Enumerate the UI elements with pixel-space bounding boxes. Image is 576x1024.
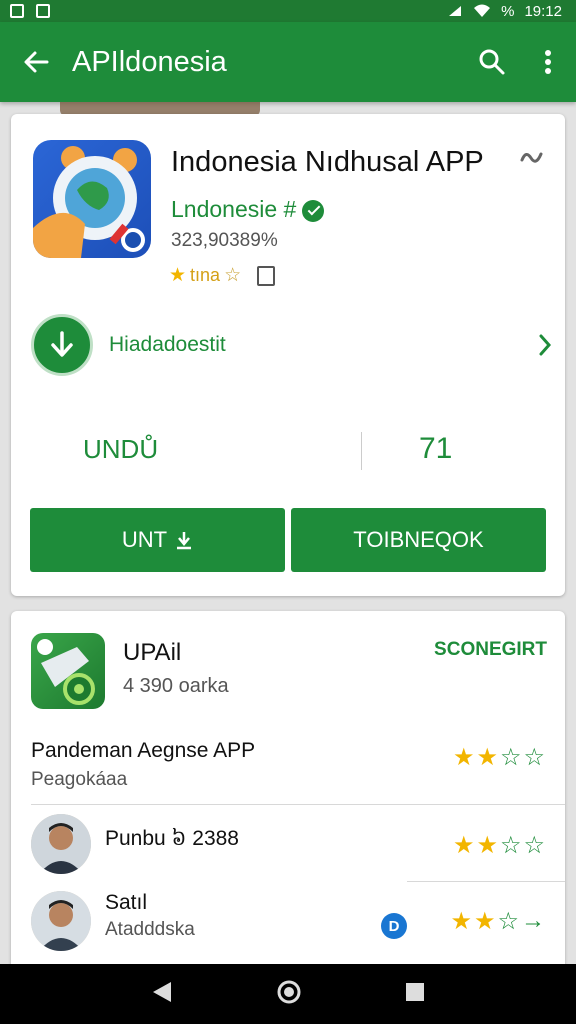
developer-link[interactable]: Lndonesie #	[171, 196, 325, 223]
review-rating: ★ ★ ☆ →	[450, 907, 545, 936]
app-details-card: Indonesia Nıdhusal APP Lndonesie # 323,9…	[11, 114, 565, 596]
related-app-meta: 4 390 oarka	[123, 675, 229, 697]
image-notification-icon	[36, 4, 50, 18]
system-nav-bar	[0, 964, 576, 1024]
download-small-icon	[177, 532, 192, 550]
battery-indicator: %	[501, 2, 515, 20]
signal-icon	[449, 6, 462, 16]
developer-name: Lndonesie #	[171, 196, 297, 222]
open-label: TOIBNEQOK	[353, 527, 484, 552]
person-avatar-icon	[31, 891, 91, 951]
related-app-title: UPAil	[123, 639, 182, 666]
status-bar: % 19:12	[0, 0, 576, 22]
app-title: Indonesia Nıdhusal APP	[171, 146, 484, 178]
review-rating: ★ ★ ☆ ☆	[453, 831, 545, 860]
overflow-menu-button[interactable]	[520, 22, 576, 102]
stats-row: UNDŮ 71	[11, 414, 565, 484]
app-mascot-icon	[33, 146, 145, 258]
divider	[31, 804, 565, 805]
star-filled-icon: ★	[473, 908, 496, 935]
star-filled-icon: ★	[476, 744, 498, 771]
notification-icon	[10, 4, 24, 18]
download-count: 323,90389%	[171, 230, 278, 251]
back-button[interactable]	[0, 22, 72, 102]
stat-divider	[361, 432, 362, 470]
page-title: APIldonesia	[72, 45, 227, 78]
clock: 19:12	[524, 2, 562, 20]
star-filled-icon: ★	[476, 832, 498, 859]
person-avatar-icon	[31, 814, 91, 874]
uninstall-label: UNT	[121, 527, 168, 552]
download-button[interactable]	[31, 314, 93, 376]
verified-badge-icon	[302, 199, 325, 222]
chevron-right-icon	[539, 334, 552, 356]
star-outline-icon: ☆	[499, 832, 522, 859]
download-arrow-icon	[51, 331, 73, 357]
star-outline-icon: ☆	[224, 265, 242, 286]
star-outline-icon: ☆	[523, 744, 545, 771]
arrow-back-icon	[24, 51, 49, 73]
nav-back-button[interactable]	[151, 980, 173, 1009]
app-badge-icon: D	[381, 913, 407, 939]
nav-recents-button[interactable]	[405, 982, 425, 1007]
avatar[interactable]	[31, 891, 91, 951]
review-subtitle: Peagokáaa	[31, 769, 128, 790]
rating-label: tına	[190, 265, 221, 285]
content-rating-icon	[257, 265, 276, 286]
nav-back-icon	[153, 981, 172, 1002]
star-filled-icon: ★	[450, 908, 472, 935]
wishlist-icon	[520, 152, 543, 163]
review-author: Satıl	[105, 891, 148, 914]
star-filled-icon: ★	[169, 265, 187, 286]
arrow-right-icon[interactable]: →	[521, 907, 545, 936]
install-chevron[interactable]	[525, 333, 565, 357]
divider	[407, 881, 565, 882]
more-vert-icon	[545, 50, 551, 74]
stat-right: 71	[419, 432, 453, 465]
app-bar: APIldonesia	[0, 22, 576, 102]
install-label: Hiadadoestit	[109, 333, 226, 356]
search-button[interactable]	[464, 22, 520, 102]
install-row[interactable]: Hiadadoestit	[11, 310, 565, 380]
review-author: Punbu ៦ 2388	[105, 827, 239, 850]
open-button[interactable]: TOIBNEQOK	[291, 508, 546, 572]
related-app-graphic-icon	[37, 639, 95, 705]
nav-recents-icon	[405, 982, 424, 1001]
uninstall-button[interactable]: UNT	[30, 508, 285, 572]
review-rating: ★ ★ ☆ ☆	[453, 743, 545, 772]
nav-home-icon	[277, 980, 301, 1003]
app-icon	[33, 140, 151, 258]
related-card: UPAil 4 390 oarka SCONEGIRT Pandeman Aeg…	[11, 611, 565, 971]
wifi-icon	[474, 4, 491, 17]
rating-row: ★ tına ☆	[169, 264, 276, 287]
see-all-link[interactable]: SCONEGIRT	[434, 639, 547, 661]
stat-left: UNDŮ	[83, 434, 159, 464]
search-icon	[479, 49, 505, 75]
star-outline-icon: ☆	[497, 908, 519, 935]
star-filled-icon: ★	[452, 832, 475, 859]
review-subtitle: Atadddska	[105, 919, 195, 940]
wishlist-button[interactable]	[519, 148, 545, 170]
star-filled-icon: ★	[452, 744, 475, 771]
avatar[interactable]	[31, 814, 91, 874]
star-outline-icon: ☆	[499, 744, 522, 771]
nav-home-button[interactable]	[276, 979, 302, 1010]
review-author: Pandeman Aegnse APP	[31, 739, 256, 762]
related-app-icon[interactable]	[31, 633, 105, 709]
star-outline-icon: ☆	[523, 832, 545, 859]
